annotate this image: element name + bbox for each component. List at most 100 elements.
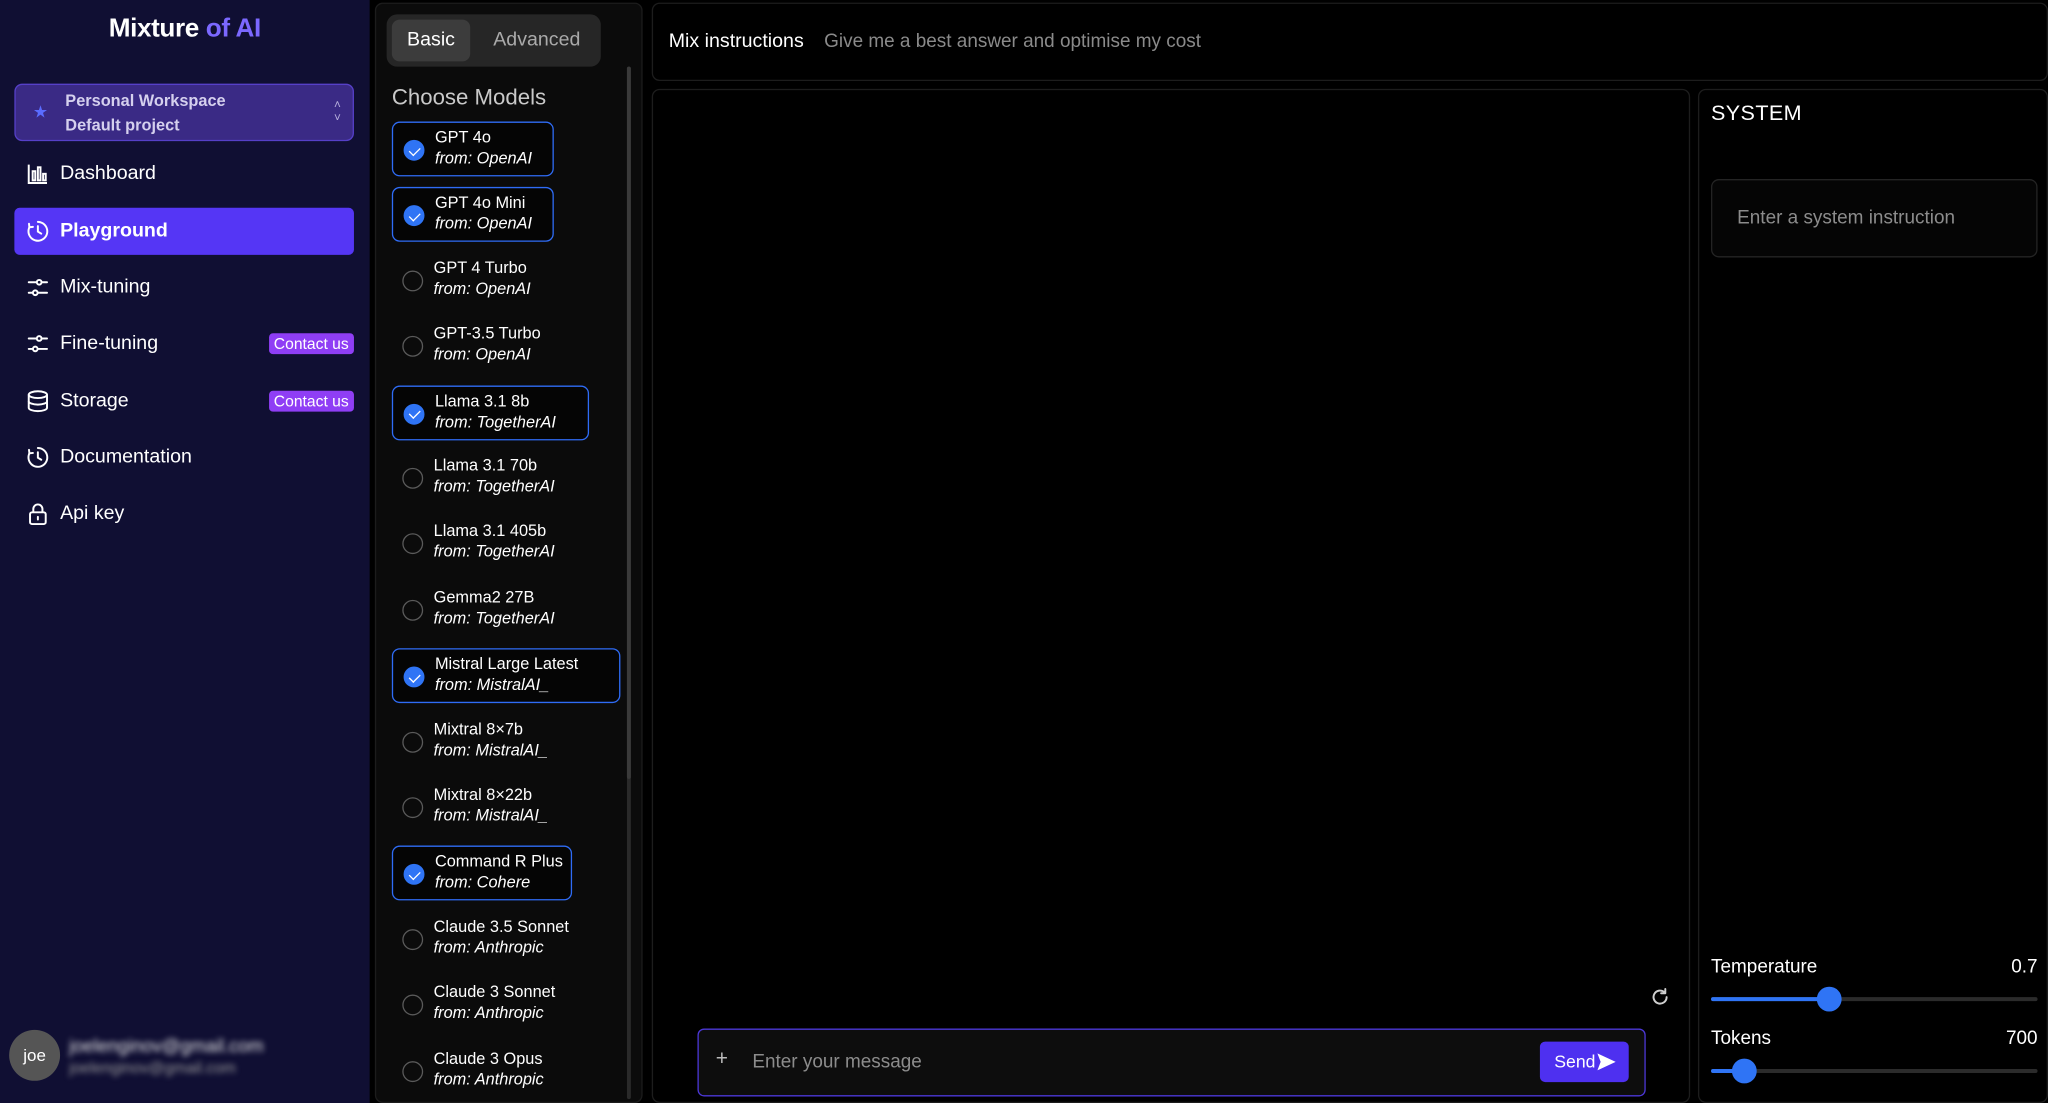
system-title: SYSTEM xyxy=(1711,101,1802,126)
temperature-value: 0.7 xyxy=(2011,956,2038,978)
model-option[interactable]: GPT 4 Turbo from: OpenAI xyxy=(392,253,554,308)
sidebar-item-label: Documentation xyxy=(60,445,192,468)
model-name: Llama 3.1 405b xyxy=(433,521,547,541)
model-name: Claude 3 Sonnet xyxy=(433,983,556,1002)
sidebar-item-documentation[interactable]: Documentation xyxy=(14,434,354,481)
app-logo[interactable]: Mixture of AI xyxy=(0,14,370,44)
database-icon xyxy=(26,389,50,413)
message-input[interactable]: Enter your message xyxy=(752,1052,921,1073)
mix-instructions-bar: Mix instructions Give me a best answer a… xyxy=(651,2,2048,82)
message-input-bar: + Enter your message Send xyxy=(697,1028,1646,1097)
model-checkbox[interactable] xyxy=(402,994,424,1016)
sidebar-item-label: Dashboard xyxy=(60,162,156,185)
model-provider: from: TogetherAI xyxy=(433,477,555,496)
sidebar-item-playground[interactable]: Playground xyxy=(14,207,354,255)
model-option[interactable]: Gemma2 27B from: TogetherAI xyxy=(392,583,589,638)
model-option[interactable]: Mistral Large Latest from: MistralAI_ xyxy=(391,648,621,704)
avatar[interactable]: joe xyxy=(9,1029,61,1081)
models-scrollbar[interactable] xyxy=(626,66,631,1100)
model-name: GPT-3.5 Turbo xyxy=(433,324,541,343)
add-attachment-button[interactable]: + xyxy=(716,1048,728,1072)
model-checkbox[interactable] xyxy=(402,731,424,753)
user-profile[interactable]: joe joelenginov@gmail.com joelenginov@gm… xyxy=(0,1027,370,1085)
model-name: Llama 3.1 70b xyxy=(433,456,538,475)
system-instruction-input[interactable]: Enter a system instruction xyxy=(1711,179,2038,258)
temperature-label: Temperature xyxy=(1711,956,1818,978)
model-checkbox[interactable] xyxy=(402,467,424,489)
model-option[interactable]: Mixtral 8×22b from: MistralAI_ xyxy=(392,780,589,835)
mix-instructions-label: Mix instructions xyxy=(668,30,804,53)
model-provider: from: OpenAI xyxy=(434,148,533,168)
user-email-secondary: joelenginov@gmail.com xyxy=(69,1058,236,1077)
model-checkbox[interactable] xyxy=(403,403,425,425)
bar-chart-icon xyxy=(26,162,50,186)
model-checkbox[interactable] xyxy=(402,1060,424,1082)
sidebar-item-mix-tuning[interactable]: Mix-tuning xyxy=(14,264,354,311)
model-checkbox[interactable] xyxy=(402,270,424,292)
workspace-name: Personal Workspace xyxy=(65,91,226,110)
mix-instructions-input[interactable]: Give me a best answer and optimise my co… xyxy=(824,31,1201,52)
model-option[interactable]: Claude 3 Sonnet from: Anthropic xyxy=(392,978,581,1033)
sidebar-item-label: Storage xyxy=(60,389,129,412)
model-checkbox[interactable] xyxy=(402,797,424,819)
model-option[interactable]: GPT 4o Mini from: OpenAI xyxy=(391,187,554,243)
model-option[interactable]: GPT 4o from: OpenAI xyxy=(391,121,554,177)
temperature-slider[interactable] xyxy=(1711,986,2038,1012)
sidebar: Mixture of AI ★ Personal Workspace Defau… xyxy=(0,0,370,1103)
model-provider: from: MistralAI_ xyxy=(433,740,548,759)
model-provider: from: TogetherAI xyxy=(434,412,556,431)
model-option[interactable]: Claude 3 Opus from: Anthropic xyxy=(392,1044,581,1099)
chevron-up-down-icon: ˄ ˅ xyxy=(334,98,341,125)
model-name: Mixtral 8×22b xyxy=(433,785,533,804)
scrollbar-thumb[interactable] xyxy=(626,66,631,779)
model-option[interactable]: Mixtral 8×7b from: MistralAI_ xyxy=(392,714,589,769)
model-checkbox[interactable] xyxy=(403,864,425,886)
model-checkbox[interactable] xyxy=(402,928,424,950)
project-name: Default project xyxy=(65,116,180,135)
sidebar-item-label: Api key xyxy=(60,501,125,525)
refresh-icon[interactable] xyxy=(1650,987,1671,1008)
model-provider: from: OpenAI xyxy=(433,279,531,298)
model-checkbox[interactable] xyxy=(403,139,425,161)
models-panel: Basic Advanced Choose Models GPT 4o from:… xyxy=(374,2,643,1103)
model-option[interactable]: Llama 3.1 8b from: TogetherAI xyxy=(391,384,590,440)
model-name: GPT 4 Turbo xyxy=(433,258,527,277)
temperature-fill xyxy=(1711,997,1829,1002)
tab-advanced[interactable]: Advanced xyxy=(475,20,598,62)
mode-toggle: Basic Advanced xyxy=(386,14,601,67)
model-checkbox[interactable] xyxy=(403,205,425,227)
model-option[interactable]: Claude 3.5 Sonnet from: Anthropic xyxy=(392,912,598,967)
sliders-icon xyxy=(26,332,50,356)
temperature-knob[interactable] xyxy=(1816,986,1841,1012)
model-name: Llama 3.1 8b xyxy=(434,391,530,410)
system-panel: SYSTEM Enter a system instruction Temper… xyxy=(1697,88,2048,1103)
tokens-value: 700 xyxy=(2005,1028,2038,1050)
sidebar-item-fine-tuning[interactable]: Fine-tuning Contact us xyxy=(14,320,354,367)
model-name: Mixtral 8×7b xyxy=(433,719,524,738)
chat-area: + Enter your message Send xyxy=(651,88,1691,1103)
model-checkbox[interactable] xyxy=(402,599,424,621)
sidebar-item-dashboard[interactable]: Dashboard xyxy=(14,150,354,197)
contact-us-badge[interactable]: Contact us xyxy=(268,333,354,355)
model-name: GPT 4o Mini xyxy=(434,193,526,213)
model-option[interactable]: Command R Plus from: Cohere xyxy=(391,846,573,901)
model-checkbox[interactable] xyxy=(402,336,424,358)
model-option[interactable]: Llama 3.1 70b from: TogetherAI xyxy=(392,451,589,506)
send-label: Send xyxy=(1554,1052,1596,1072)
tokens-slider[interactable] xyxy=(1711,1058,2038,1084)
model-checkbox[interactable] xyxy=(402,533,424,555)
tokens-knob[interactable] xyxy=(1731,1058,1757,1084)
send-button[interactable]: Send xyxy=(1539,1041,1629,1083)
model-name: Claude 3 Opus xyxy=(433,1048,543,1068)
contact-us-badge[interactable]: Contact us xyxy=(268,390,354,412)
sidebar-item-label: Fine-tuning xyxy=(60,331,159,355)
model-provider: from: OpenAI xyxy=(434,214,533,234)
sidebar-item-storage[interactable]: Storage Contact us xyxy=(14,378,354,425)
model-option[interactable]: GPT-3.5 Turbo from: OpenAI xyxy=(392,319,563,374)
model-checkbox[interactable] xyxy=(403,666,425,688)
tab-basic[interactable]: Basic xyxy=(391,19,471,62)
model-option[interactable]: Llama 3.1 405b from: TogetherAI xyxy=(392,517,589,572)
workspace-selector[interactable]: ★ Personal Workspace Default project ˄ ˅ xyxy=(14,83,354,142)
clock-icon xyxy=(26,220,50,244)
sidebar-item-api-key[interactable]: Api key xyxy=(14,490,354,537)
